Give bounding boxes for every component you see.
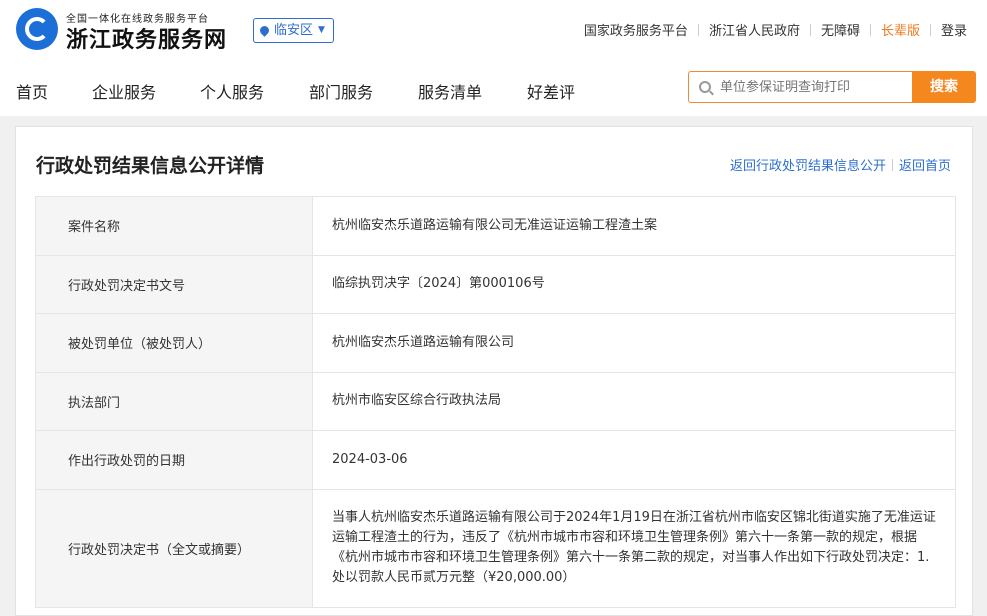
back-to-home-link[interactable]: 返回首页 <box>893 155 957 174</box>
row-label-decision-number: 行政处罚决定书文号 <box>36 255 313 313</box>
search-box <box>688 71 912 103</box>
row-label-case-name: 案件名称 <box>36 197 313 255</box>
search-input[interactable] <box>720 79 900 95</box>
table-row: 案件名称 杭州临安杰乐道路运输有限公司无准运证运输工程渣土案 <box>36 197 955 256</box>
chevron-down-icon: ▼ <box>318 25 325 35</box>
site-header: 全国一体化在线政务服务平台 浙江政务服务网 临安区 ▼ 国家政务服务平台 浙江省… <box>0 0 987 60</box>
nav-personal-services[interactable]: 个人服务 <box>200 79 264 103</box>
row-label-penalty-date: 作出行政处罚的日期 <box>36 431 313 489</box>
table-row: 行政处罚决定书文号 临综执罚决字〔2024〕第000106号 <box>36 255 955 314</box>
row-value-penalty-date: 2024-03-06 <box>332 451 408 467</box>
nav-home[interactable]: 首页 <box>16 79 48 103</box>
top-links: 国家政务服务平台 浙江省人民政府 无障碍 长辈版 登录 <box>574 20 977 39</box>
row-label-penalized-party: 被处罚单位（被处罚人） <box>36 314 313 372</box>
link-elder-version[interactable]: 长辈版 <box>871 20 930 39</box>
site-logo-icon[interactable] <box>16 8 58 50</box>
search-icon <box>699 81 711 93</box>
nav-department-services[interactable]: 部门服务 <box>309 79 373 103</box>
region-selector[interactable]: 临安区 ▼ <box>253 18 334 43</box>
location-pin-icon <box>258 24 271 37</box>
row-label-decision-text: 行政处罚决定书（全文或摘要） <box>36 489 313 607</box>
page-title: 行政处罚结果信息公开详情 <box>36 155 265 177</box>
panel-links: 返回行政处罚结果信息公开 返回首页 <box>724 155 957 174</box>
search-button[interactable]: 搜索 <box>912 71 976 103</box>
row-value-decision-number: 临综执罚决字〔2024〕第000106号 <box>332 276 545 292</box>
nav-enterprise-services[interactable]: 企业服务 <box>92 79 156 103</box>
table-row: 被处罚单位（被处罚人） 杭州临安杰乐道路运输有限公司 <box>36 314 955 373</box>
link-national-platform[interactable]: 国家政务服务平台 <box>574 20 698 39</box>
row-value-enforcement-department: 杭州市临安区综合行政执法局 <box>332 393 502 409</box>
nav-service-list[interactable]: 服务清单 <box>418 79 482 103</box>
link-accessibility[interactable]: 无障碍 <box>811 20 870 39</box>
logo-title[interactable]: 浙江政务服务网 <box>66 22 227 54</box>
region-label: 临安区 <box>274 23 314 38</box>
row-value-case-name: 杭州临安杰乐道路运输有限公司无准运证运输工程渣土案 <box>332 217 658 233</box>
nav-evaluation[interactable]: 好差评 <box>527 79 575 103</box>
table-row: 作出行政处罚的日期 2024-03-06 <box>36 431 955 490</box>
detail-table: 案件名称 杭州临安杰乐道路运输有限公司无准运证运输工程渣土案 行政处罚决定书文号… <box>35 196 956 608</box>
row-label-enforcement-department: 执法部门 <box>36 372 313 430</box>
link-provincial-government[interactable]: 浙江省人民政府 <box>699 20 810 39</box>
login-link[interactable]: 登录 <box>931 20 977 39</box>
table-row: 行政处罚决定书（全文或摘要） 当事人杭州临安杰乐道路运输有限公司于2024年1月… <box>36 489 955 607</box>
row-value-penalized-party: 杭州临安杰乐道路运输有限公司 <box>332 334 515 350</box>
table-row: 执法部门 杭州市临安区综合行政执法局 <box>36 372 955 431</box>
row-value-decision-text: 当事人杭州临安杰乐道路运输有限公司于2024年1月19日在浙江省杭州市临安区锦北… <box>332 510 936 585</box>
back-to-list-link[interactable]: 返回行政处罚结果信息公开 <box>724 155 892 174</box>
